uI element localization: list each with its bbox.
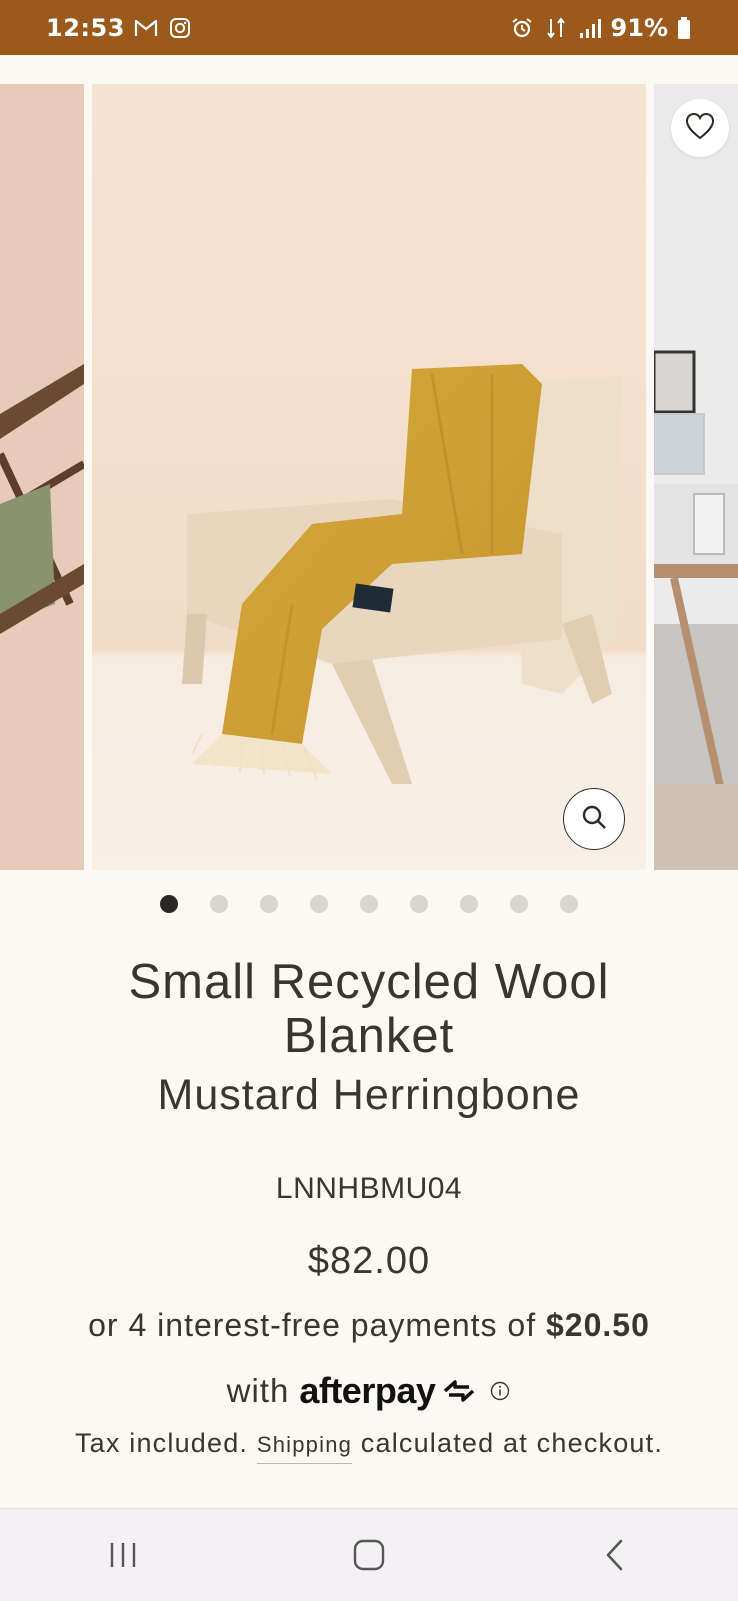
wishlist-button[interactable]	[671, 99, 729, 157]
product-title: Small Recycled Wool Blanket	[128, 955, 610, 1063]
gallery-slide-next[interactable]	[654, 84, 738, 870]
home-icon[interactable]	[339, 1525, 399, 1585]
status-bar: 12:53 91%	[0, 0, 738, 55]
tax-suffix: calculated at checkout.	[360, 1428, 664, 1458]
gallery-pagination	[0, 895, 738, 913]
alarm-icon	[509, 15, 535, 41]
product-price: $82.00	[307, 1240, 431, 1282]
battery-percent: 91%	[610, 13, 668, 42]
pagination-dot[interactable]	[510, 895, 528, 913]
product-sku: LNNHBMU04	[275, 1172, 463, 1205]
installments-text: or 4 interest-free payments of	[88, 1307, 546, 1343]
gallery-slide-previous[interactable]	[0, 84, 84, 870]
zoom-button[interactable]	[563, 788, 625, 850]
magnifier-icon	[580, 803, 608, 836]
signal-icon	[577, 15, 603, 41]
pagination-dot[interactable]	[160, 895, 178, 913]
installment-amount: $20.50	[545, 1307, 650, 1343]
gmail-icon	[133, 15, 159, 41]
product-gallery[interactable]	[0, 84, 738, 870]
afterpay-logo-text: afterpay	[299, 1370, 436, 1411]
blanket-on-chair-image	[92, 84, 646, 870]
recents-icon[interactable]	[93, 1525, 153, 1585]
pagination-dot[interactable]	[210, 895, 228, 913]
tax-line: Tax included. Shipping calculated at che…	[0, 1428, 738, 1464]
data-icon	[543, 15, 569, 41]
back-icon[interactable]	[585, 1525, 645, 1585]
heart-icon	[685, 112, 715, 145]
tax-prefix: Tax included.	[74, 1428, 249, 1458]
status-left: 12:53	[46, 14, 193, 42]
pagination-dot[interactable]	[410, 895, 428, 913]
status-time: 12:53	[46, 13, 125, 42]
battery-icon	[676, 15, 692, 41]
pagination-dot[interactable]	[260, 895, 278, 913]
afterpay-arrows-icon	[444, 1380, 475, 1402]
afterpay-installments: or 4 interest-free payments of $20.50	[0, 1307, 738, 1344]
info-icon[interactable]	[489, 1380, 511, 1402]
pagination-dot[interactable]	[460, 895, 478, 913]
shipping-link[interactable]: Shipping	[256, 1432, 353, 1464]
gallery-slide-current[interactable]	[92, 84, 646, 870]
afterpay-logo: afterpay	[299, 1370, 479, 1412]
system-nav-bar	[0, 1508, 738, 1601]
instagram-icon	[167, 15, 193, 41]
afterpay-with-label: with	[226, 1372, 290, 1409]
status-right: 91%	[509, 14, 692, 42]
afterpay-line: with afterpay	[0, 1370, 738, 1412]
pagination-dot[interactable]	[310, 895, 328, 913]
pagination-dot[interactable]	[560, 895, 578, 913]
product-variant: Mustard Herringbone	[157, 1071, 581, 1119]
pagination-dot[interactable]	[360, 895, 378, 913]
